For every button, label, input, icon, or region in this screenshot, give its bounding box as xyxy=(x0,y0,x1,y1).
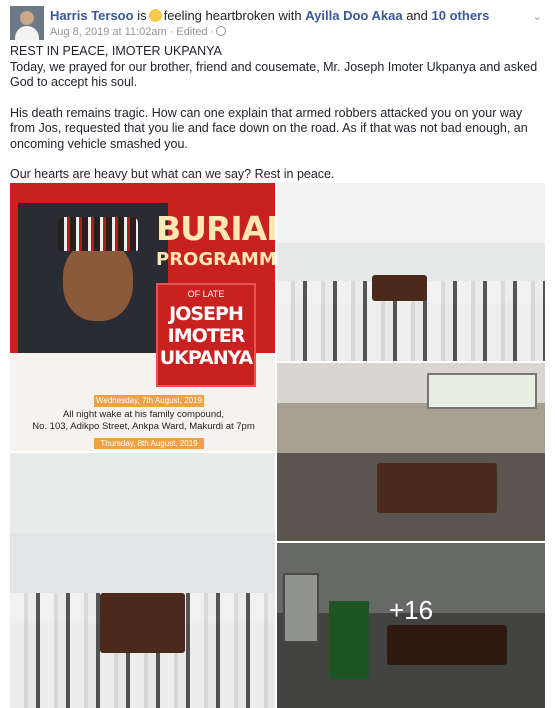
portrait-face xyxy=(63,241,133,321)
poster-event-info: All night wake at his family compound, N… xyxy=(16,409,271,433)
heartbroken-emoji-icon xyxy=(148,9,162,22)
poster-name-box: OF LATE JOSEPH IMOTER UKPANYA xyxy=(156,283,256,387)
casket xyxy=(377,463,497,513)
poster-name-line-2: IMOTER xyxy=(167,325,246,347)
poster-date-1: Wednesday, 7th August, 2019 xyxy=(94,395,204,407)
casket xyxy=(100,593,185,653)
post-meta: Aug 8, 2019 at 11:02am · Edited · xyxy=(50,26,227,38)
avatar-body xyxy=(15,26,39,40)
post-paragraph-1: Today, we prayed for our brother, friend… xyxy=(10,59,538,90)
author-name[interactable]: Harris Tersoo xyxy=(50,8,134,23)
photo-grid: BURIAL PROGRAMME OF LATE JOSEPH IMOTER U… xyxy=(10,183,545,708)
post-paragraph-2: His death remains tragic. How can one ex… xyxy=(10,105,528,151)
portrait-cap xyxy=(58,217,138,251)
church-photo-2[interactable] xyxy=(277,363,545,541)
poster-name-line-1: JOSEPH xyxy=(169,303,244,325)
post-header: Harris Tersoo is feeling heartbroken with… xyxy=(10,6,550,40)
avatar-head xyxy=(20,11,34,25)
poster-name-line-3: UKPANYA xyxy=(159,347,254,369)
portrait-photo xyxy=(18,203,168,353)
casket xyxy=(372,275,427,301)
with-text: with xyxy=(278,8,302,23)
church-photo-3[interactable] xyxy=(10,453,275,708)
globe-icon xyxy=(216,26,227,36)
feeling-text: feeling heartbroken xyxy=(163,8,275,23)
window xyxy=(427,373,537,409)
church-photo-4-more[interactable]: +16 xyxy=(277,543,545,708)
and-text: and xyxy=(406,8,428,23)
others-link[interactable]: 10 others xyxy=(432,8,490,23)
post-paragraph-3: Our hearts are heavy but what can we say… xyxy=(10,167,335,181)
burial-programme-photo[interactable]: BURIAL PROGRAMME OF LATE JOSEPH IMOTER U… xyxy=(10,183,275,451)
poster-programme-title: PROGRAMME xyxy=(156,249,275,270)
facebook-post: Harris Tersoo is feeling heartbroken with… xyxy=(0,0,555,708)
poster-info-line-1: All night wake at his family compound, xyxy=(62,409,225,420)
poster-deceased-name: JOSEPH IMOTER UKPANYA xyxy=(158,303,254,369)
author-avatar[interactable] xyxy=(10,6,44,40)
edited-label[interactable]: Edited xyxy=(176,26,207,38)
poster-info-line-2: No. 103, Adikpo Street, Ankpa Ward, Maku… xyxy=(32,421,255,432)
connector-text: is xyxy=(137,8,147,23)
tagged-friend[interactable]: Ayilla Doo Akaa xyxy=(305,8,402,23)
post-text: REST IN PEACE, IMOTER UKPANYA Today, we … xyxy=(10,44,540,183)
more-photos-count[interactable]: +16 xyxy=(277,595,545,626)
post-heading: REST IN PEACE, IMOTER UKPANYA xyxy=(10,44,222,58)
church-photo-1[interactable] xyxy=(277,183,545,361)
poster-burial-title: BURIAL xyxy=(156,209,275,248)
header-line: Harris Tersoo is feeling heartbroken with… xyxy=(50,8,489,24)
post-options-chevron-icon[interactable]: ⌄ xyxy=(533,10,542,23)
post-timestamp[interactable]: Aug 8, 2019 at 11:02am xyxy=(50,26,167,38)
poster-of-late: OF LATE xyxy=(187,289,225,299)
poster-date-2: Thursday, 8th August, 2019 xyxy=(94,438,204,449)
